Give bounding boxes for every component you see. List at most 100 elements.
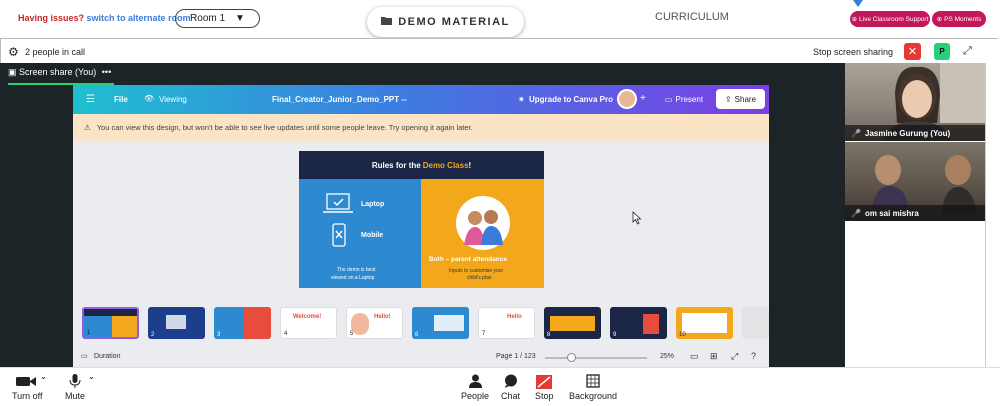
- right-caption-line2: child's plan: [467, 275, 492, 281]
- gear-icon[interactable]: ⚙: [8, 45, 19, 59]
- slide-title-prefix: Rules for the: [371, 160, 421, 170]
- person-icon: [461, 374, 489, 391]
- room-select-value: Room 1: [190, 13, 226, 24]
- thumbnail-number: 10: [679, 332, 686, 338]
- screen-icon: ▣: [8, 67, 17, 77]
- menu-icon[interactable]: ☰: [86, 94, 95, 105]
- issue-notice: Having issues? switch to alternate room: [18, 13, 191, 23]
- turn-off-label: Turn off: [12, 391, 43, 401]
- thumbnail-number: 5: [350, 331, 354, 337]
- background-button[interactable]: Background: [569, 374, 617, 401]
- help-icon[interactable]: ?: [751, 351, 756, 361]
- background-icon: [569, 374, 617, 391]
- page-indicator: Page 1 / 123: [496, 353, 536, 360]
- chat-label: Chat: [501, 391, 521, 401]
- chevron-down-icon[interactable]: ⌄: [40, 372, 47, 381]
- upgrade-link[interactable]: Upgrade to Canva Pro: [529, 95, 613, 104]
- scrollbar[interactable]: [985, 63, 998, 367]
- fullscreen-icon[interactable]: ⤢: [731, 351, 738, 362]
- slide-thumbnail[interactable]: [742, 307, 769, 339]
- chevron-down-icon[interactable]: ⌄: [88, 372, 95, 381]
- people-button[interactable]: People: [461, 374, 489, 401]
- thumbnail-title: Welcome!: [293, 314, 322, 320]
- zoom-slider[interactable]: [545, 353, 647, 362]
- present-button[interactable]: ▭ Present: [656, 89, 712, 109]
- demo-material-button[interactable]: DEMO MATERIAL: [367, 7, 524, 37]
- view-only-warning: ⚠ You can view this design, but won't be…: [73, 114, 769, 141]
- right-caption-line1: Inputs to customise your: [449, 268, 504, 274]
- slide-thumbnail[interactable]: 6: [412, 307, 469, 339]
- timer-icon[interactable]: ▭: [81, 352, 88, 360]
- issue-text: Having issues?: [18, 13, 85, 23]
- eye-icon: 👁: [144, 94, 155, 103]
- stop-label: Stop: [535, 391, 554, 401]
- plus-circle-icon: ⊕: [851, 16, 858, 23]
- shared-screen-content: ☰ File 👁 Viewing Final_Creator_Junior_De…: [73, 85, 769, 367]
- file-menu[interactable]: File: [114, 95, 128, 104]
- slide-thumbnail[interactable]: 2: [148, 307, 205, 339]
- mute-label: Mute: [65, 391, 86, 401]
- document-title: Final_Creator_Junior_Demo_PPT --: [272, 95, 407, 104]
- participant-tile[interactable]: 🎤 om sai mishra: [845, 142, 985, 221]
- thumbnail-title: Hello!: [374, 314, 391, 320]
- slide-preview[interactable]: Rules for the Demo Class ! Laptop Mobile…: [299, 151, 544, 288]
- call-header: ⚙ 2 people in call Stop screen sharing ✕…: [0, 38, 998, 63]
- people-label: People: [461, 391, 490, 401]
- stop-share-button[interactable]: Stop: [535, 374, 554, 401]
- live-support-button[interactable]: ⊕ Live Classroom Support: [850, 11, 930, 27]
- grid-icon[interactable]: ⊞: [710, 351, 718, 362]
- participant-name: Jasmine Gurung (You): [865, 129, 951, 138]
- slide-title-highlight: Demo Class: [422, 160, 469, 170]
- camera-toggle-button[interactable]: Turn off: [12, 374, 43, 401]
- chevron-down-icon: ▼: [235, 13, 245, 24]
- chat-bubble-icon: [501, 374, 520, 391]
- chat-button[interactable]: Chat: [501, 374, 520, 401]
- present-label: Present: [675, 94, 704, 104]
- slide-right-panel: Both – parent attendance Inputs to custo…: [421, 179, 544, 288]
- upload-icon: ⇪: [724, 94, 732, 104]
- slide-thumbnail[interactable]: Hello 7: [478, 307, 535, 339]
- plus-icon[interactable]: +: [640, 93, 646, 104]
- curriculum-tab[interactable]: CURRICULUM: [655, 11, 729, 23]
- parents-photo: [456, 196, 510, 250]
- screen-share-label: Screen share (You): [19, 67, 97, 77]
- tab-screen-share[interactable]: ▣ Screen share (You) •••: [8, 67, 111, 78]
- slide-left-panel: Laptop Mobile The demo is best viewed on…: [299, 179, 421, 288]
- slide-thumbnail[interactable]: 8: [544, 307, 601, 339]
- slide-thumbnail[interactable]: 3: [214, 307, 271, 339]
- thumbnail-number: 7: [482, 331, 486, 337]
- ps-moments-label: PS Moments: [944, 15, 982, 23]
- slide-thumbnail[interactable]: Welcome! 4: [280, 307, 337, 339]
- stop-sharing-label[interactable]: Stop screen sharing: [813, 47, 893, 57]
- share-button[interactable]: ⇪ Share: [716, 89, 765, 109]
- participant-name: om sai mishra: [865, 209, 919, 218]
- thumbnail-number: 8: [547, 332, 551, 338]
- duration-label[interactable]: Duration: [94, 353, 120, 360]
- zoom-slider-handle[interactable]: [567, 353, 576, 362]
- viewing-label: Viewing: [159, 95, 187, 104]
- thumbnail-number: 3: [217, 332, 221, 338]
- expand-icon[interactable]: ⤢: [963, 45, 972, 58]
- close-icon[interactable]: ✕: [904, 43, 921, 60]
- notes-icon[interactable]: ▭: [690, 351, 699, 362]
- slide-thumbnail[interactable]: 10: [676, 307, 733, 339]
- slide-thumbnail[interactable]: 9: [610, 307, 667, 339]
- live-support-label: Live Classroom Support: [859, 15, 929, 23]
- ps-moments-button[interactable]: ⊕ PS Moments: [932, 11, 986, 27]
- mobile-icon: [332, 223, 346, 247]
- thumbnail-number: 9: [613, 332, 617, 338]
- canva-header: ☰ File 👁 Viewing Final_Creator_Junior_De…: [73, 85, 769, 114]
- more-icon[interactable]: •••: [102, 67, 111, 77]
- warning-text: You can view this design, but won't be a…: [96, 123, 473, 132]
- slide-thumbnail[interactable]: Hello! 5: [346, 307, 403, 339]
- call-toolbar: Turn off ⌄ Mute ⌄ People Chat Stop Backg…: [0, 367, 1000, 406]
- canva-footer: ▭ Duration Page 1 / 123 25% ▭ ⊞ ⤢ ?: [73, 347, 769, 367]
- slide-thumbnail[interactable]: 1: [82, 307, 139, 339]
- avatar[interactable]: [617, 89, 637, 109]
- laptop-icon: [323, 193, 353, 213]
- stop-share-icon: [535, 374, 554, 391]
- participant-tile[interactable]: 🎤 Jasmine Gurung (You): [845, 63, 985, 141]
- participant-badge[interactable]: P: [934, 43, 950, 60]
- mute-button[interactable]: Mute: [65, 374, 85, 401]
- room-select[interactable]: Room 1 ▼: [175, 9, 260, 28]
